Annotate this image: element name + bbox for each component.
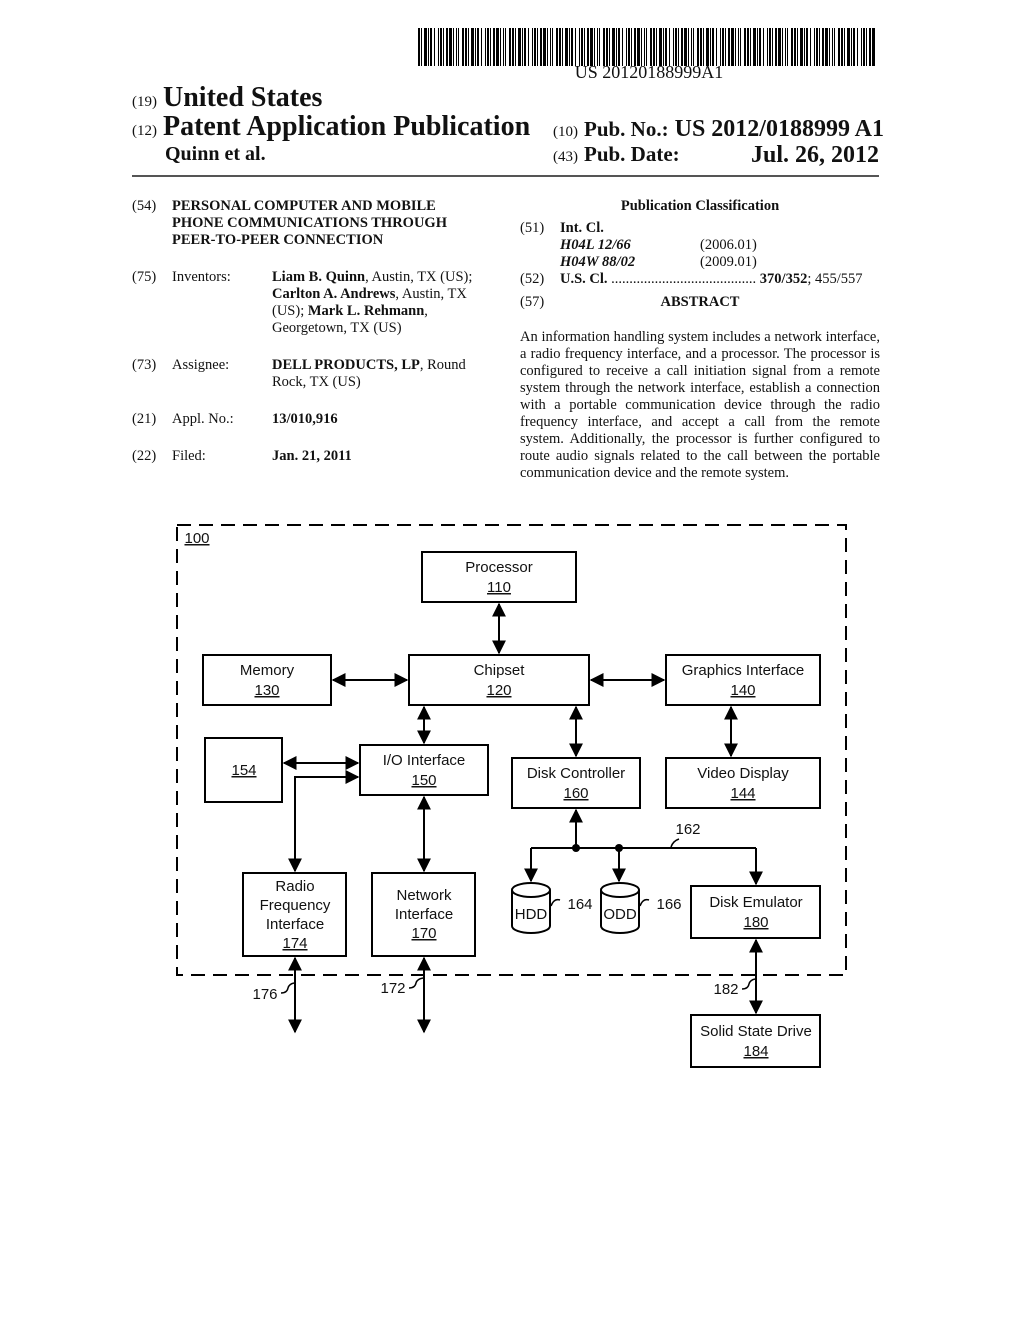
block-label: Interface [395,906,453,923]
block-label: Network [396,887,452,904]
block-label: Memory [240,662,295,679]
leader-162 [670,838,680,848]
block-label: Radio [275,878,314,895]
leader-182 [741,978,756,990]
io-rf-link [288,770,360,873]
odd-ref: 166 [656,896,681,913]
net-link-ref: 172 [380,980,405,997]
block-diagram: 100 Processor 110 Memory 130 Chipset 120… [176,524,847,1068]
bus-junction [572,844,580,852]
block-label: Disk Emulator [709,894,802,911]
leader-166 [639,898,650,907]
system-ref: 100 [184,530,209,547]
bus-junction [615,844,623,852]
block-label: Disk Controller [527,765,625,782]
block-ref: 130 [254,682,279,699]
block-ref: 184 [743,1043,768,1060]
rf-link-ref: 176 [252,986,277,1003]
block-ref: 154 [231,762,256,779]
block-label: Video Display [697,765,789,782]
odd-label: ODD [603,906,637,923]
block-label: Frequency [260,897,331,914]
block-ref: 120 [486,682,511,699]
bus-ref: 162 [675,821,700,838]
leader-172 [408,977,424,989]
block-ref: 180 [743,914,768,931]
block-ref: 144 [730,785,755,802]
block-label: Graphics Interface [682,662,805,679]
block-label: Solid State Drive [700,1023,812,1040]
block-ref: 174 [282,935,307,952]
block-ref: 110 [487,579,511,596]
block-label: Chipset [474,662,526,679]
block-ref: 160 [563,785,588,802]
ssd-link-ref: 182 [713,981,738,998]
block-ref: 150 [411,772,436,789]
block-label: Interface [266,916,324,933]
block-ref: 140 [730,682,755,699]
hdd-label: HDD [515,906,548,923]
leader-164 [550,898,561,907]
hdd-ref: 164 [567,896,592,913]
block-label: I/O Interface [383,752,466,769]
block-label: Processor [465,559,533,576]
block-ref: 170 [411,925,436,942]
leader-176 [280,982,295,994]
